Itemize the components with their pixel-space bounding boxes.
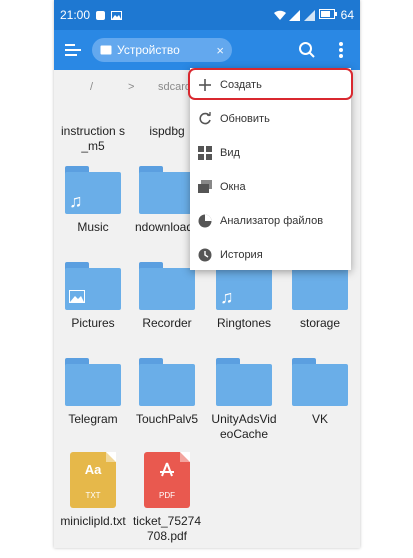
menu-item-label: Вид <box>220 147 240 159</box>
menu-item-analyzer[interactable]: Анализатор файлов <box>190 204 351 238</box>
menu-item-view[interactable]: Вид <box>190 136 351 170</box>
file-label: miniclipld.txt <box>60 514 126 528</box>
status-bar: 21:00 64 <box>54 0 360 30</box>
folder-vk[interactable]: VK <box>285 358 355 427</box>
location-tab[interactable]: Устройство × <box>92 38 232 62</box>
windows-icon <box>198 180 212 194</box>
file-label: VK <box>311 412 328 426</box>
file-label: Recorder <box>142 316 192 330</box>
search-button[interactable] <box>294 37 320 63</box>
folder-touchpal[interactable]: TouchPalv5 <box>132 358 202 427</box>
folder-icon <box>292 358 348 406</box>
grid-icon <box>198 146 212 160</box>
menu-item-label: Окна <box>220 181 246 193</box>
folder-unityads[interactable]: UnityAdsVideoCache <box>209 358 279 442</box>
file-label: Telegram <box>68 412 118 426</box>
notification-icon <box>95 10 106 21</box>
pie-chart-icon <box>198 214 212 228</box>
menu-item-windows[interactable]: Окна <box>190 170 351 204</box>
breadcrumb-root[interactable]: / <box>90 81 93 93</box>
signal-icon <box>288 9 300 21</box>
more-vert-icon <box>339 42 343 58</box>
folder-recorder[interactable]: Recorder <box>132 262 202 331</box>
more-button[interactable] <box>328 37 354 63</box>
file-label: UnityAdsVideoCache <box>211 412 277 441</box>
file-label: storage <box>299 316 341 330</box>
pdf-file-icon: PDF <box>144 452 190 508</box>
menu-item-refresh[interactable]: Обновить <box>190 102 351 136</box>
wifi-icon <box>273 10 286 21</box>
folder-instructions[interactable]: instruction s_m5 <box>58 124 128 154</box>
signal-icon-2 <box>303 9 315 21</box>
battery-icon <box>318 8 337 22</box>
refresh-icon <box>198 112 212 126</box>
location-label: Устройство <box>117 43 180 57</box>
file-label: instruction s_m5 <box>60 124 126 153</box>
file-ticket-pdf[interactable]: PDF ticket_75274708.pdf <box>132 452 202 544</box>
menu-item-history[interactable]: История <box>190 238 351 272</box>
folder-storage[interactable]: storage <box>285 262 355 331</box>
clock-icon <box>198 248 212 262</box>
folder-ringtones[interactable]: ♫ Ringtones <box>209 262 279 331</box>
file-label: Pictures <box>71 316 115 330</box>
hamburger-icon <box>65 44 81 56</box>
status-time: 21:00 <box>60 8 91 22</box>
music-note-icon: ♫ <box>69 191 83 211</box>
folder-icon <box>65 358 121 406</box>
battery-level: 64 <box>340 8 354 22</box>
folder-icon <box>65 262 121 310</box>
txt-badge-small: TXT <box>85 491 101 500</box>
menu-item-label: История <box>220 249 263 261</box>
toolbar: Устройство × <box>54 30 360 70</box>
folder-music[interactable]: ♫ Music <box>58 166 128 235</box>
close-tab-icon[interactable]: × <box>216 43 224 58</box>
folder-icon <box>139 166 195 214</box>
file-miniclip-txt[interactable]: Aa TXT miniclipld.txt <box>58 452 128 529</box>
highlight-frame <box>188 68 353 100</box>
file-label: TouchPalv5 <box>135 412 199 426</box>
folder-icon <box>139 262 195 310</box>
folder-telegram[interactable]: Telegram <box>58 358 128 427</box>
folder-icon: ♫ <box>65 166 121 214</box>
folder-pictures[interactable]: Pictures <box>58 262 128 331</box>
txt-file-icon: Aa TXT <box>70 452 116 508</box>
file-label: Music <box>77 220 109 234</box>
image-icon <box>111 10 123 21</box>
pdf-badge: PDF <box>159 491 175 500</box>
menu-item-label: Обновить <box>220 113 270 125</box>
pdf-acrobat-icon <box>144 462 190 481</box>
folder-icon <box>139 358 195 406</box>
device-icon <box>100 45 112 55</box>
file-label: Ringtones <box>216 316 272 330</box>
phone-screen: 21:00 64 Устройство × / > sdcard instruc… <box>54 0 360 548</box>
image-icon <box>69 288 85 306</box>
txt-badge-big: Aa <box>84 462 102 477</box>
menu-button[interactable] <box>60 37 86 63</box>
file-label: ticket_75274708.pdf <box>132 514 202 543</box>
search-icon <box>299 42 315 58</box>
menu-item-label: Анализатор файлов <box>220 215 324 227</box>
breadcrumb-chevron-icon: > <box>128 81 135 93</box>
folder-icon <box>216 358 272 406</box>
music-note-icon: ♫ <box>220 287 234 307</box>
